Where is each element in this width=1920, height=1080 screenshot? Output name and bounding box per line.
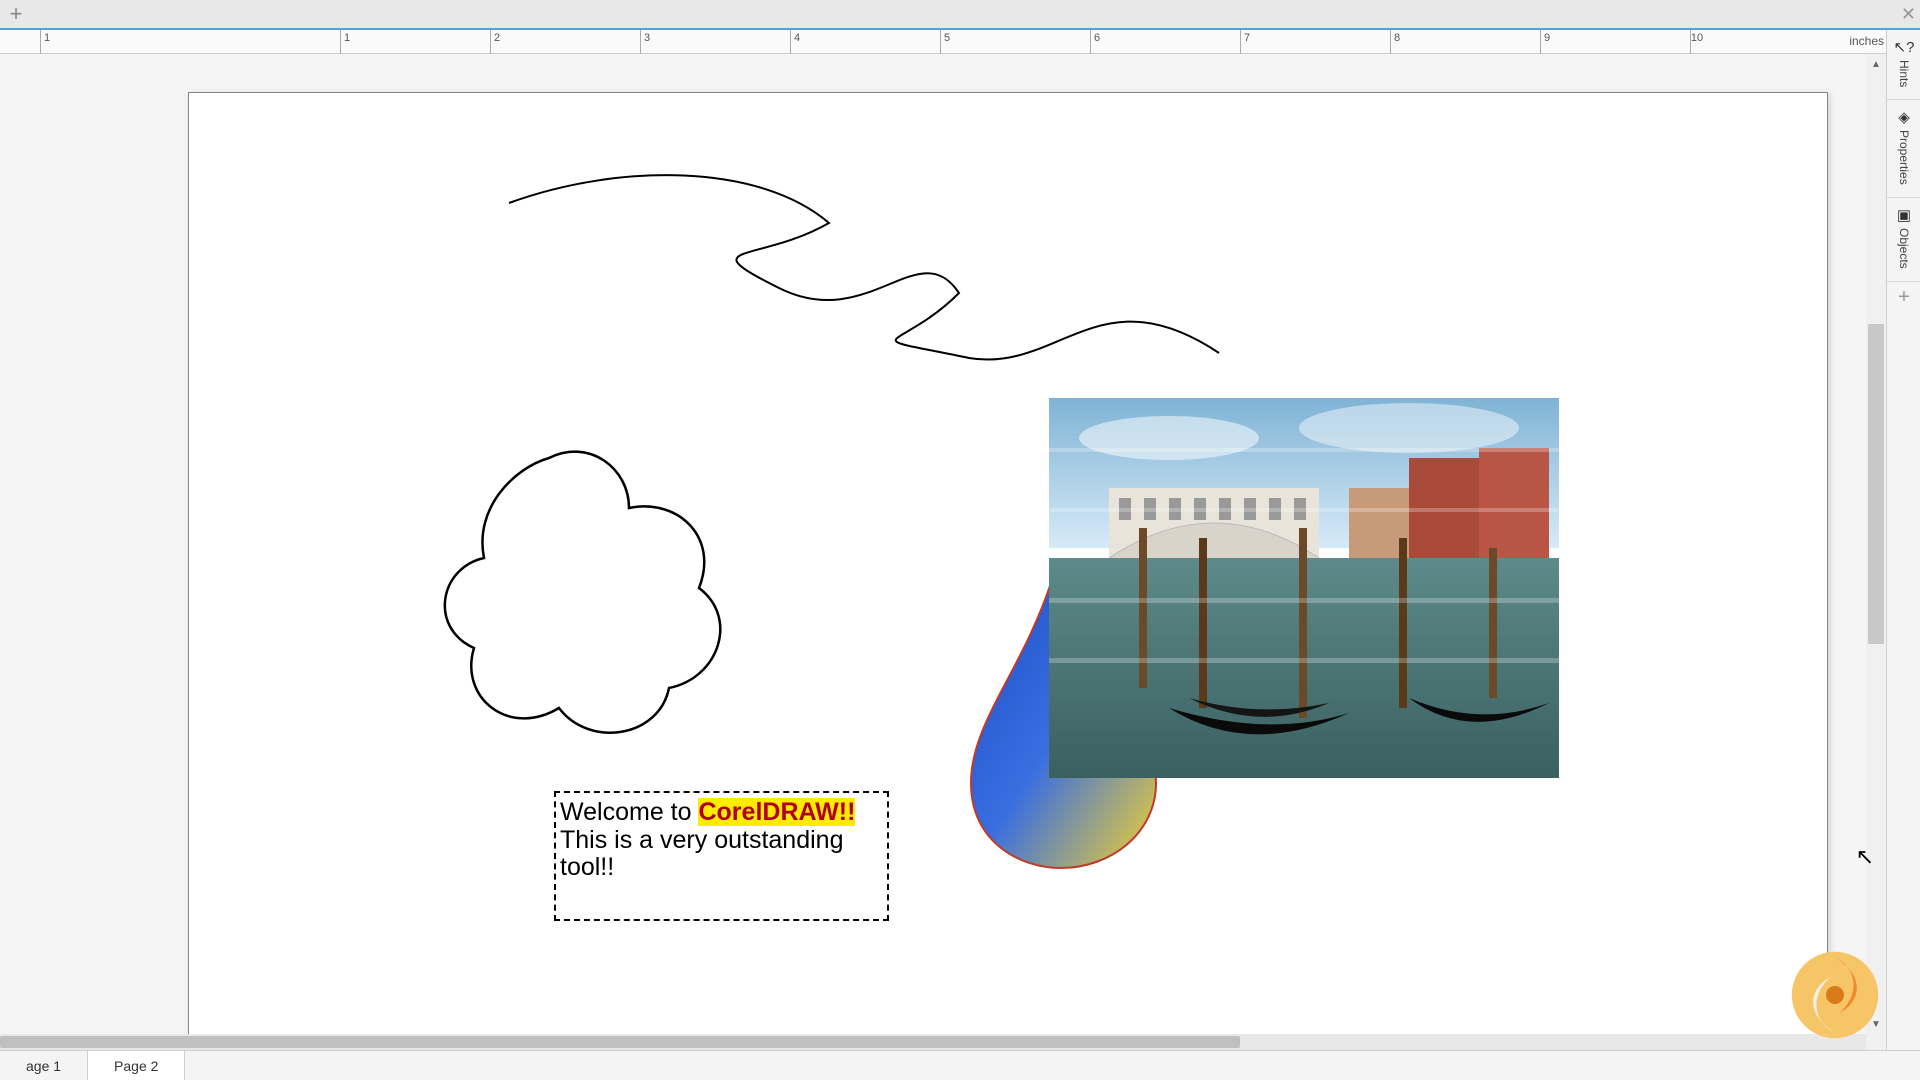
ruler-tick-label: 4 <box>787 32 807 44</box>
page-tab-2[interactable]: Page 2 <box>88 1051 185 1080</box>
ruler-unit-label: inches <box>1849 34 1884 48</box>
text-run-highlight: CorelDRAW!! <box>698 798 855 826</box>
paragraph-text-frame[interactable]: Welcome to CorelDRAW!! This is a very ou… <box>554 791 889 921</box>
horizontal-ruler: 1 1 2 3 4 5 6 7 8 9 10 inches <box>0 30 1920 54</box>
vertical-scrollbar[interactable]: ▲ ▼ <box>1866 54 1886 1034</box>
add-docker-button[interactable]: + <box>1887 282 1920 314</box>
ruler-tick-label: 7 <box>1237 32 1257 44</box>
cloud-shape-object[interactable] <box>419 428 759 768</box>
canvas-workspace[interactable]: Welcome to CorelDRAW!! This is a very ou… <box>0 54 1886 1034</box>
docker-tab-label: Objects <box>1897 228 1911 269</box>
properties-icon: ◈ <box>1898 108 1910 126</box>
vertical-scroll-thumb[interactable] <box>1868 324 1884 644</box>
objects-docker-tab[interactable]: ▣ Objects <box>1887 198 1920 282</box>
hints-docker-tab[interactable]: ↖? Hints <box>1887 30 1920 100</box>
add-document-tab[interactable]: + <box>0 1 32 27</box>
freehand-curve-object[interactable] <box>499 153 1259 373</box>
ruler-tick-label: 5 <box>937 32 957 44</box>
properties-docker-tab[interactable]: ◈ Properties <box>1887 100 1920 198</box>
docker-tabs-strip: ↖? Hints ◈ Properties ▣ Objects + <box>1886 30 1920 1080</box>
ruler-tick-label: 1 <box>37 32 57 44</box>
drawing-page[interactable]: Welcome to CorelDRAW!! This is a very ou… <box>188 92 1828 1052</box>
page-tab-1[interactable]: age 1 <box>0 1051 88 1080</box>
docker-tab-label: Properties <box>1897 130 1911 185</box>
scroll-up-arrow-icon[interactable]: ▲ <box>1866 54 1886 74</box>
bitmap-image-object[interactable] <box>1049 398 1559 778</box>
ruler-tick-label: 10 <box>1687 32 1707 44</box>
text-run-plain: This is a very outstanding tool!! <box>560 826 843 882</box>
ruler-tick-label: 1 <box>337 32 357 44</box>
ruler-tick-label: 3 <box>637 32 657 44</box>
horizontal-scrollbar[interactable] <box>0 1034 1866 1050</box>
docker-tab-label: Hints <box>1897 60 1911 87</box>
cursor-help-icon: ↖? <box>1894 38 1915 56</box>
brand-badge-icon <box>1790 950 1880 1040</box>
horizontal-scroll-thumb[interactable] <box>0 1036 1240 1048</box>
text-run-plain: Welcome to <box>560 798 698 826</box>
ruler-tick-label: 6 <box>1087 32 1107 44</box>
ruler-tick-label: 2 <box>487 32 507 44</box>
ruler-tick-label: 9 <box>1537 32 1557 44</box>
close-panel-icon[interactable]: ✕ <box>1901 4 1916 25</box>
ruler-tick-label: 8 <box>1387 32 1407 44</box>
layers-icon: ▣ <box>1897 206 1911 224</box>
page-navigator: age 1 Page 2 <box>0 1050 1920 1080</box>
document-tabs-bar: + ✕ <box>0 0 1920 30</box>
